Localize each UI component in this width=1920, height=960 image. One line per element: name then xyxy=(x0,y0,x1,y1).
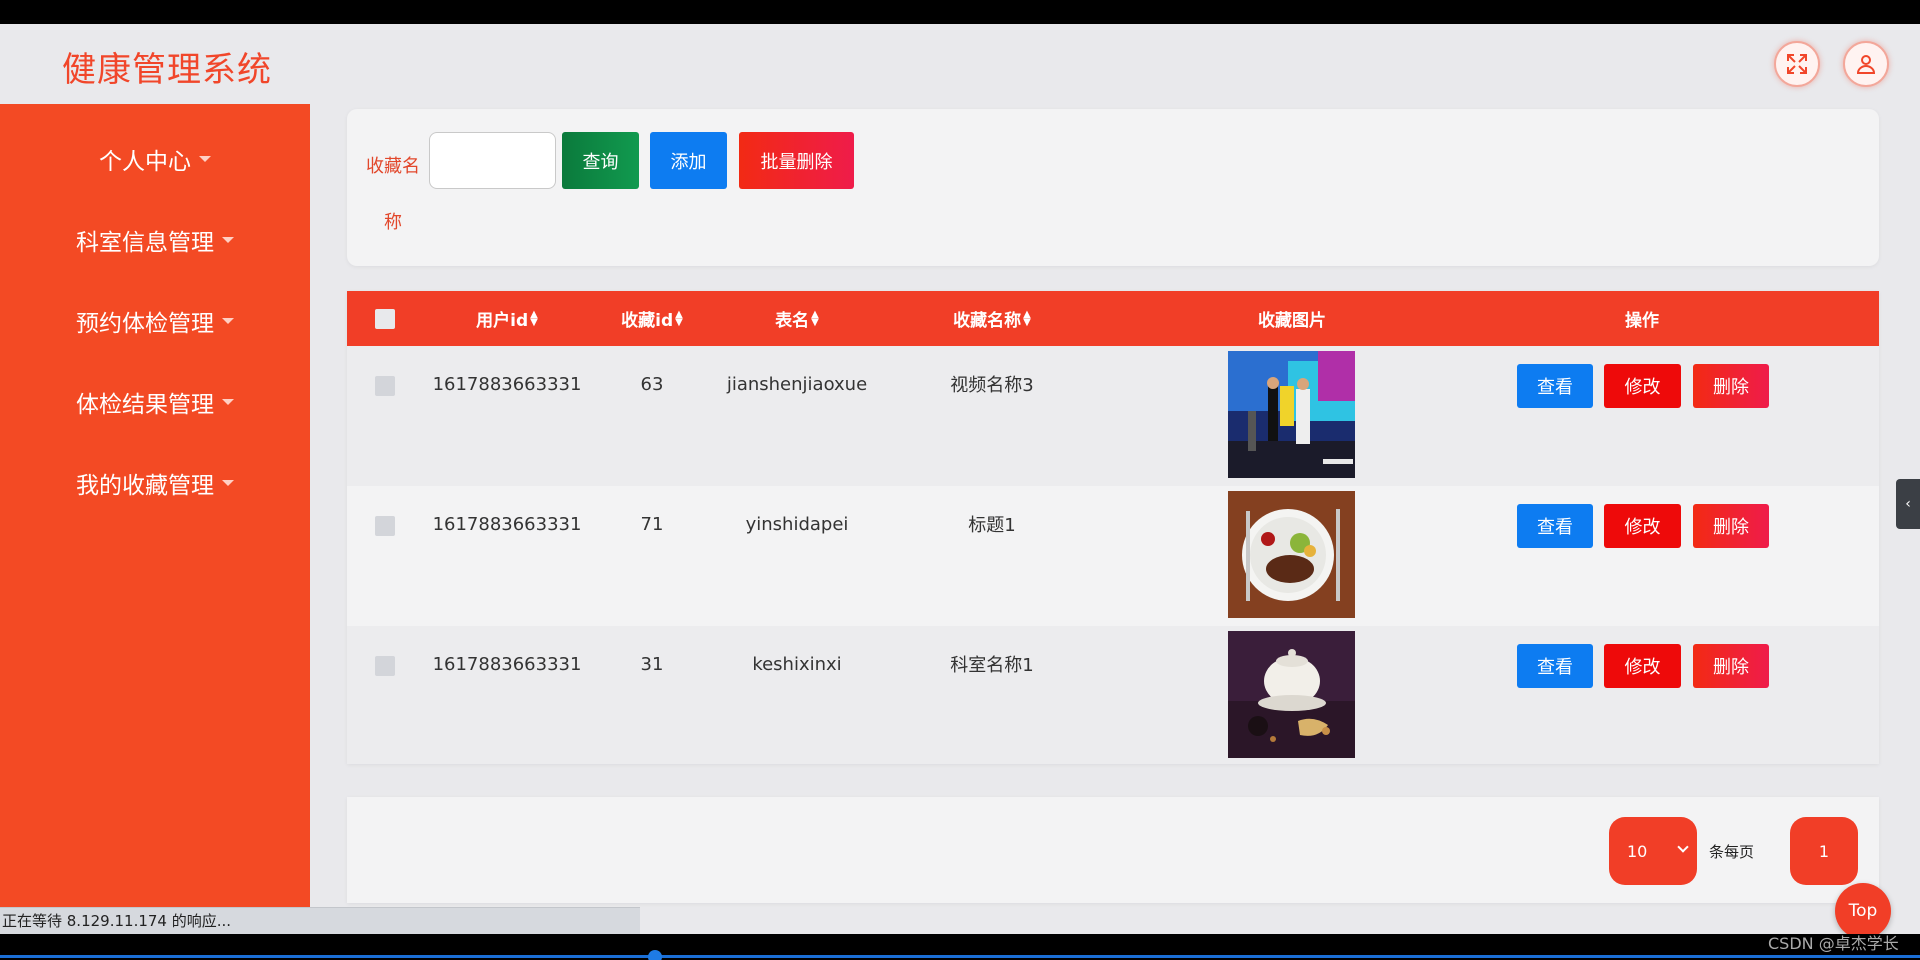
user-button[interactable] xyxy=(1843,41,1889,87)
chevron-left-icon: ‹ xyxy=(1905,496,1911,512)
table-row: 1617883663331 63 jianshenjiaoxue 视频名称3 查… xyxy=(347,346,1879,486)
column-header-label: 收藏id xyxy=(621,311,674,331)
video-progress-knob[interactable] xyxy=(648,950,662,960)
fav-image-fitness-video[interactable] xyxy=(1228,351,1355,478)
column-header-fav-image: 收藏图片 xyxy=(1258,311,1326,331)
sort-icon: ▲ ▼ xyxy=(675,308,683,328)
batch-delete-button[interactable]: 批量删除 xyxy=(739,132,854,189)
sidebar-item-label: 个人中心 xyxy=(99,149,191,175)
sidebar-item-department[interactable]: 科室信息管理 xyxy=(0,215,310,265)
cell-user-id: 1617883663331 xyxy=(432,373,582,395)
cell-fav-name: 科室名称1 xyxy=(950,655,1034,676)
cell-fav-id: 31 xyxy=(640,653,664,675)
caret-down-icon xyxy=(222,480,234,486)
cell-user-id: 1617883663331 xyxy=(432,653,582,675)
cell-fav-name: 视频名称3 xyxy=(950,375,1034,396)
sidebar-item-label: 预约体检管理 xyxy=(76,311,214,337)
browser-status-bar: 正在等待 8.129.11.174 的响应... xyxy=(0,907,640,934)
back-to-top-button[interactable]: Top xyxy=(1835,883,1891,934)
app-window: 健康管理系统 个人中心 科室信息管理 预约体检管理 体检结果管理 我的收藏管理 xyxy=(0,24,1920,934)
cell-table-name: yinshidapei xyxy=(745,513,849,535)
cell-fav-name: 标题1 xyxy=(968,515,1016,536)
fav-image-steak-plate[interactable] xyxy=(1228,491,1355,618)
sidebar-item-label: 我的收藏管理 xyxy=(76,473,214,499)
table-row: 1617883663331 71 yinshidapei 标题1 查看 修改 删… xyxy=(347,486,1879,626)
caret-down-icon xyxy=(199,156,211,162)
sidebar-item-favorites[interactable]: 我的收藏管理 xyxy=(0,458,310,508)
user-icon xyxy=(1856,55,1876,74)
sort-icon: ▲ ▼ xyxy=(1023,308,1031,328)
cell-fav-id: 63 xyxy=(640,373,664,395)
sidebar-item-label: 体检结果管理 xyxy=(76,392,214,418)
row-checkbox[interactable] xyxy=(375,514,395,538)
page-size-value: 10 xyxy=(1627,841,1648,861)
table-row: 1617883663331 31 keshixinxi 科室名称1 查看 修改 … xyxy=(347,626,1879,764)
select-all-checkbox[interactable] xyxy=(375,291,395,346)
fullscreen-button[interactable] xyxy=(1774,41,1820,87)
search-label: 收藏名称 xyxy=(366,156,420,233)
delete-button[interactable]: 删除 xyxy=(1693,504,1769,548)
chevron-down-icon xyxy=(1677,841,1689,853)
column-header-fav-name[interactable]: 收藏名称 ▲ ▼ xyxy=(907,291,1077,346)
row-checkbox[interactable] xyxy=(375,374,395,398)
delete-button[interactable]: 删除 xyxy=(1693,644,1769,688)
fav-image-soup-pot[interactable] xyxy=(1228,631,1355,758)
column-header-label: 用户id xyxy=(476,311,529,331)
cell-fav-id: 71 xyxy=(640,513,664,535)
delete-button[interactable]: 删除 xyxy=(1693,364,1769,408)
row-checkbox[interactable] xyxy=(375,654,395,678)
view-button[interactable]: 查看 xyxy=(1517,504,1593,548)
view-button[interactable]: 查看 xyxy=(1517,364,1593,408)
column-header-actions: 操作 xyxy=(1625,311,1659,331)
sort-icon: ▲ ▼ xyxy=(530,308,538,328)
cell-table-name: jianshenjiaoxue xyxy=(726,373,868,395)
watermark: CSDN @卓杰学长 xyxy=(1768,934,1899,953)
table-header: 用户id ▲ ▼ 收藏id ▲ ▼ 表名 ▲ ▼ 收藏名称 ▲ ▼ 收藏图片 操作 xyxy=(347,291,1879,346)
per-page-label: 条每页 xyxy=(1709,843,1755,861)
column-header-table-name[interactable]: 表名 ▲ ▼ xyxy=(717,291,877,346)
column-header-user-id[interactable]: 用户id ▲ ▼ xyxy=(437,291,577,346)
edit-button[interactable]: 修改 xyxy=(1604,364,1681,408)
caret-down-icon xyxy=(222,399,234,405)
search-panel: 收藏名称 查询 添加 批量删除 xyxy=(347,109,1879,266)
caret-down-icon xyxy=(222,318,234,324)
column-header-fav-id[interactable]: 收藏id ▲ ▼ xyxy=(597,291,707,346)
search-input[interactable] xyxy=(429,132,556,189)
sidebar-item-results[interactable]: 体检结果管理 xyxy=(0,377,310,427)
view-button[interactable]: 查看 xyxy=(1517,644,1593,688)
edit-button[interactable]: 修改 xyxy=(1604,504,1681,548)
add-button[interactable]: 添加 xyxy=(650,132,727,189)
top-header: 健康管理系统 xyxy=(0,24,1920,104)
expand-icon xyxy=(1787,54,1807,74)
page-number-button[interactable]: 1 xyxy=(1790,817,1858,885)
sidebar: 个人中心 科室信息管理 预约体检管理 体检结果管理 我的收藏管理 xyxy=(0,104,310,934)
column-header-label: 收藏名称 xyxy=(953,311,1022,331)
sort-icon: ▲ ▼ xyxy=(811,308,819,328)
caret-down-icon xyxy=(222,237,234,243)
sidebar-item-appointment[interactable]: 预约体检管理 xyxy=(0,296,310,346)
collapse-panel-tab[interactable]: ‹ xyxy=(1896,479,1920,529)
video-progress-bar[interactable] xyxy=(0,955,1920,958)
cell-table-name: keshixinxi xyxy=(752,653,842,675)
pagination-panel: 10 条每页 1 xyxy=(347,797,1879,903)
sidebar-item-label: 科室信息管理 xyxy=(76,230,214,256)
cell-user-id: 1617883663331 xyxy=(432,513,582,535)
page-size-select[interactable]: 10 xyxy=(1609,817,1697,885)
sidebar-item-personal-center[interactable]: 个人中心 xyxy=(0,134,310,184)
favorites-table: 用户id ▲ ▼ 收藏id ▲ ▼ 表名 ▲ ▼ 收藏名称 ▲ ▼ 收藏图片 操作 161788… xyxy=(347,291,1879,764)
edit-button[interactable]: 修改 xyxy=(1604,644,1681,688)
app-title: 健康管理系统 xyxy=(62,50,272,90)
column-header-label: 表名 xyxy=(775,311,810,331)
query-button[interactable]: 查询 xyxy=(562,132,639,189)
